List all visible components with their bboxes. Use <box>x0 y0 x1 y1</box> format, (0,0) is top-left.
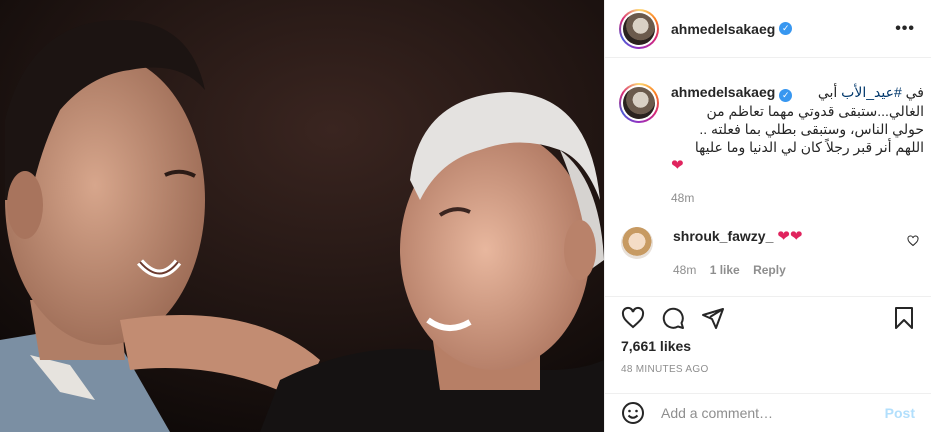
instagram-post: ahmedelsakaeg ✓ ••• ahmedelsakaeg ✓ في #ع… <box>0 0 931 432</box>
caption-avatar[interactable] <box>619 83 659 123</box>
more-options-icon[interactable]: ••• <box>895 20 915 38</box>
verified-badge-icon: ✓ <box>779 22 793 35</box>
caption-time[interactable]: 48m <box>671 189 924 207</box>
avatar-image <box>623 12 655 45</box>
post-side-panel: ahmedelsakaeg ✓ ••• ahmedelsakaeg ✓ في #ع… <box>604 0 931 432</box>
comments-section[interactable]: ahmedelsakaeg ✓ في #عيد_الأب أبي الغالي..… <box>605 58 931 296</box>
avatar-image <box>623 87 655 119</box>
caption-line-2: الغالي...ستبقى قدوتي مهما تعاظم من <box>706 102 924 119</box>
share-icon[interactable] <box>701 306 725 330</box>
post-button[interactable]: Post <box>885 405 915 421</box>
profile-avatar[interactable] <box>619 8 659 49</box>
caption-username[interactable]: ahmedelsakaeg ✓ <box>671 83 793 102</box>
caption-line-4: اللهم أنر قبر رجلاً كان لي الدنيا وما عل… <box>694 138 924 155</box>
comment-icon[interactable] <box>661 306 685 330</box>
post-timestamp[interactable]: 48 MINUTES AGO <box>621 364 709 375</box>
comment-input[interactable]: Add a comment… <box>661 405 773 421</box>
bookmark-icon[interactable] <box>892 306 916 330</box>
comment-meta: 48m 1 like Reply <box>673 263 921 277</box>
reply-button[interactable]: Reply <box>753 263 786 277</box>
caption-line-3: حولي الناس، وستبقى بطلي بما فعلته .. <box>699 120 924 137</box>
comment-time[interactable]: 48m <box>673 263 696 277</box>
comment-likes[interactable]: 1 like <box>710 263 740 277</box>
action-bar <box>605 296 931 336</box>
likes-count[interactable]: 7,661 likes <box>621 338 691 354</box>
emoji-icon[interactable] <box>621 401 645 425</box>
post-photo[interactable] <box>0 0 604 432</box>
add-comment-bar: Add a comment… Post <box>605 393 931 432</box>
heart-icon[interactable] <box>621 306 645 330</box>
commenter-avatar[interactable] <box>621 227 653 259</box>
verified-badge-icon: ✓ <box>779 88 793 102</box>
comment-like-icon[interactable] <box>907 235 919 247</box>
hashtag-link[interactable]: #عيد_الأب <box>841 84 902 100</box>
caption-body: ahmedelsakaeg ✓ في #عيد_الأب أبي الغالي..… <box>671 83 924 207</box>
caption: ahmedelsakaeg ✓ في #عيد_الأب أبي الغالي..… <box>619 83 924 207</box>
heart-emoji: ❤ <box>671 156 684 174</box>
commenter-username[interactable]: shrouk_fawzy_ <box>673 228 773 244</box>
header-username[interactable]: ahmedelsakaeg <box>671 21 775 37</box>
caption-line-1: في #عيد_الأب أبي <box>817 84 924 100</box>
comment-text: ❤❤ <box>777 228 803 245</box>
comment-item: shrouk_fawzy_ ❤❤ 48m 1 like Reply <box>621 227 921 277</box>
post-header: ahmedelsakaeg ✓ ••• <box>605 0 931 58</box>
photo-illustration <box>0 0 604 432</box>
